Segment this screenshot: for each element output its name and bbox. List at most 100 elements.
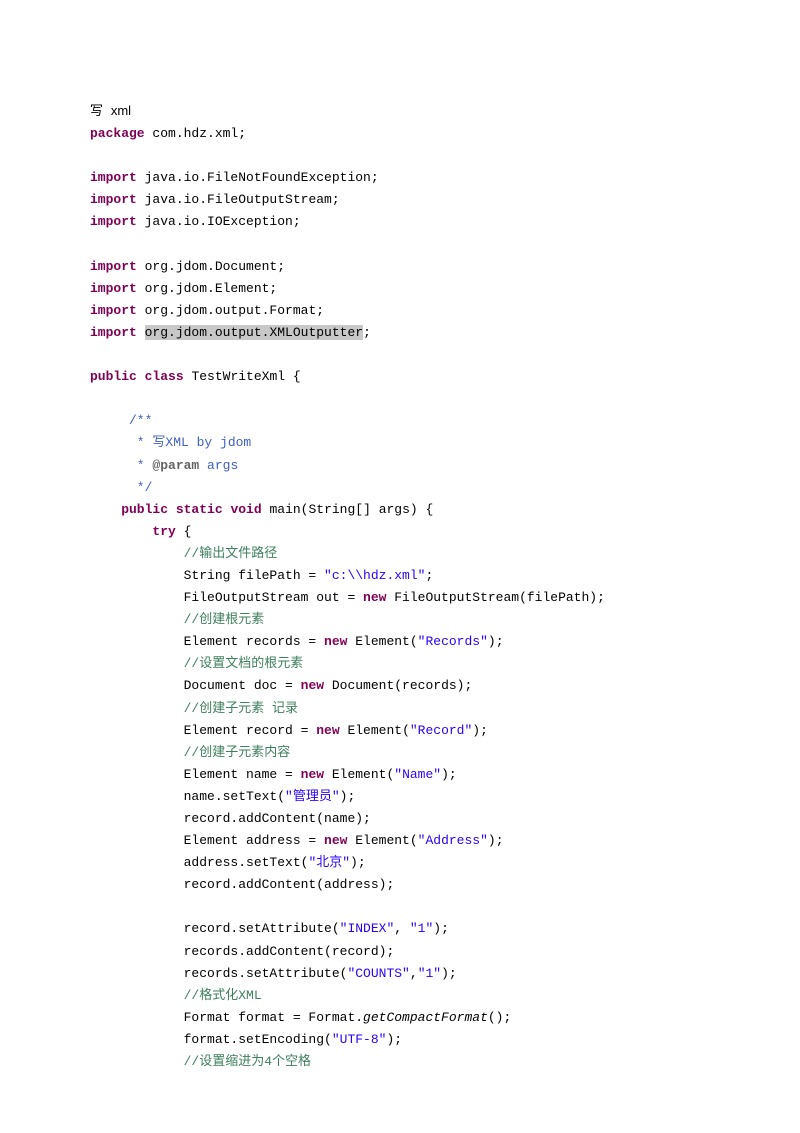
code-line: record.setAttribute("INDEX", "1");: [90, 918, 710, 940]
code-line: public class TestWriteXml {: [90, 366, 710, 388]
text: ,: [394, 921, 410, 936]
text: );: [340, 789, 356, 804]
code-line: //格式化XML: [90, 985, 710, 1007]
text: records.setAttribute(: [90, 966, 347, 981]
text: FileOutputStream out =: [90, 590, 363, 605]
code-line: Document doc = new Document(records);: [90, 675, 710, 697]
code-line: import java.io.FileOutputStream;: [90, 189, 710, 211]
code-line: //创建子元素 记录: [90, 698, 710, 720]
string: "1": [410, 921, 433, 936]
text: [137, 325, 145, 340]
code-line: * @param args: [90, 455, 710, 477]
text: Document(records);: [324, 678, 472, 693]
text: java.io.FileNotFoundException;: [137, 170, 379, 185]
text: );: [441, 767, 457, 782]
text: FileOutputStream(filePath);: [386, 590, 604, 605]
blank-line: [90, 234, 710, 256]
text: Element records =: [90, 634, 324, 649]
comment: //格式化XML: [90, 988, 262, 1003]
text: Document doc =: [90, 678, 301, 693]
code-line: Element records = new Element("Records")…: [90, 631, 710, 653]
text: ();: [488, 1010, 511, 1025]
text: Element(: [347, 833, 417, 848]
keyword: import: [90, 325, 137, 340]
code-line: * 写XML by jdom: [90, 432, 710, 454]
string: "UTF-8": [332, 1032, 387, 1047]
string: "管理员": [285, 789, 340, 804]
comment: //设置缩进为4个空格: [90, 1054, 311, 1069]
code-line: records.setAttribute("COUNTS","1");: [90, 963, 710, 985]
keyword: import: [90, 259, 137, 274]
keyword: new: [316, 723, 339, 738]
keyword: public: [90, 369, 137, 384]
text: );: [472, 723, 488, 738]
keyword: import: [90, 170, 137, 185]
string: "Address": [418, 833, 488, 848]
code-line: Element record = new Element("Record");: [90, 720, 710, 742]
code-document: 写 xml package com.hdz.xml; import java.i…: [0, 0, 800, 1133]
keyword: try: [90, 524, 176, 539]
static-method: getCompactFormat: [363, 1010, 488, 1025]
code-line: */: [90, 477, 710, 499]
text: Element(: [324, 767, 394, 782]
text: {: [176, 524, 192, 539]
text: name.setText(: [90, 789, 285, 804]
code-line: //设置文档的根元素: [90, 653, 710, 675]
text: java.io.FileOutputStream;: [137, 192, 340, 207]
string: "c:\\hdz.xml": [324, 568, 425, 583]
string: "Records": [418, 634, 488, 649]
text: Element(: [340, 723, 410, 738]
text: [168, 502, 176, 517]
text: );: [441, 966, 457, 981]
code-line: package com.hdz.xml;: [90, 123, 710, 145]
comment: //创建子元素 记录: [90, 701, 298, 716]
code-line: records.addContent(record);: [90, 941, 710, 963]
code-line: import java.io.FileNotFoundException;: [90, 167, 710, 189]
text: [137, 369, 145, 384]
keyword: import: [90, 192, 137, 207]
annotation: @param: [152, 458, 199, 473]
text: );: [488, 833, 504, 848]
code-line: Element address = new Element("Address")…: [90, 830, 710, 852]
text: );: [386, 1032, 402, 1047]
keyword: new: [301, 767, 324, 782]
keyword: new: [324, 634, 347, 649]
comment: //创建根元素: [90, 612, 264, 627]
text: ;: [363, 325, 371, 340]
code-line: format.setEncoding("UTF-8");: [90, 1029, 710, 1051]
text: main(String[] args) {: [262, 502, 434, 517]
string: "Record": [410, 723, 472, 738]
comment: //输出文件路径: [90, 546, 277, 561]
text: Element name =: [90, 767, 301, 782]
code-line: record.addContent(address);: [90, 874, 710, 896]
keyword: void: [230, 502, 261, 517]
blank-line: [90, 145, 710, 167]
text: org.jdom.Element;: [137, 281, 277, 296]
code-line: import org.jdom.output.XMLOutputter;: [90, 322, 710, 344]
code-line: //设置缩进为4个空格: [90, 1051, 710, 1073]
text: format.setEncoding(: [90, 1032, 332, 1047]
text: Format format = Format.: [90, 1010, 363, 1025]
code-line: try {: [90, 521, 710, 543]
javadoc: */: [90, 480, 152, 495]
javadoc: *: [90, 458, 152, 473]
code-line: import java.io.IOException;: [90, 211, 710, 233]
blank-line: [90, 344, 710, 366]
keyword: class: [145, 369, 184, 384]
code-line: Element name = new Element("Name");: [90, 764, 710, 786]
keyword: new: [301, 678, 324, 693]
text: org.jdom.output.Format;: [137, 303, 324, 318]
code-line: public static void main(String[] args) {: [90, 499, 710, 521]
text: com.hdz.xml;: [145, 126, 246, 141]
string: "Name": [394, 767, 441, 782]
javadoc: * 写XML by jdom: [90, 435, 251, 450]
text: record.addContent(name);: [90, 811, 371, 826]
javadoc: /**: [90, 413, 152, 428]
keyword: new: [363, 590, 386, 605]
keyword: package: [90, 126, 145, 141]
text: Element(: [347, 634, 417, 649]
code-line: Format format = Format.getCompactFormat(…: [90, 1007, 710, 1029]
text: Element address =: [90, 833, 324, 848]
text: record.setAttribute(: [90, 921, 340, 936]
text: TestWriteXml {: [184, 369, 301, 384]
